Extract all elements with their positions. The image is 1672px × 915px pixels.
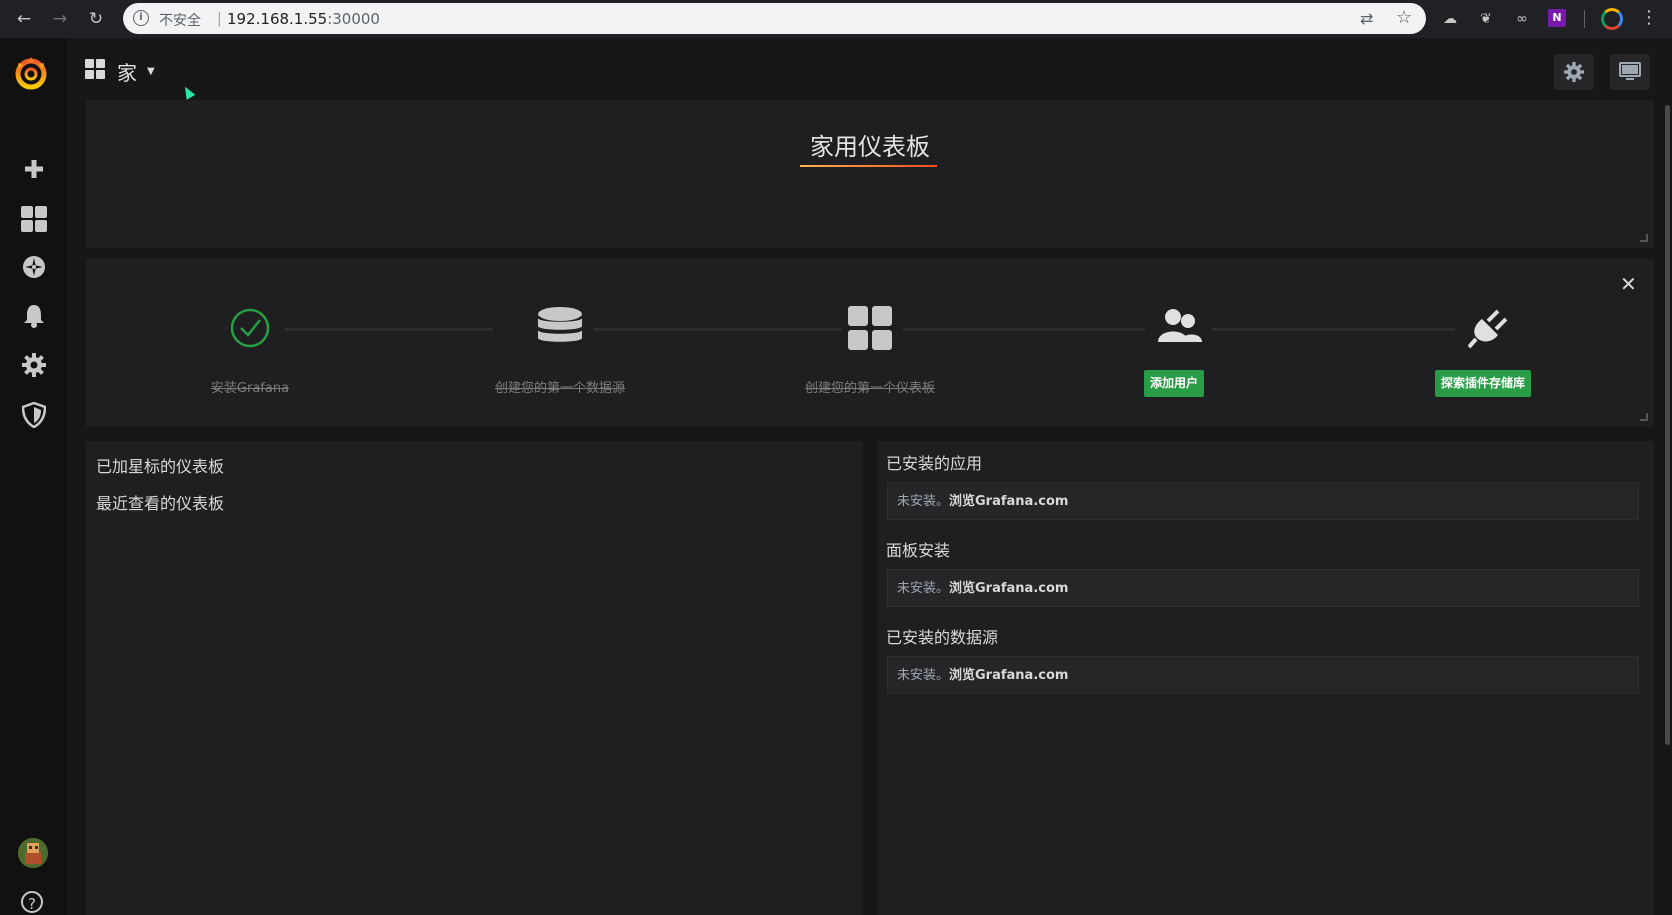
extension-glasses-icon[interactable]: ∞: [1512, 9, 1532, 29]
side-menu: ?: [0, 38, 67, 915]
dashboards-icon: [21, 206, 47, 232]
gear-icon: [1564, 62, 1584, 82]
panel-resize-handle[interactable]: [1640, 413, 1648, 421]
step-connector: [1212, 328, 1455, 331]
database-icon: [538, 307, 582, 342]
insecure-label: 不安全: [159, 13, 201, 29]
mouse-cursor-icon: [180, 84, 196, 100]
side-item-configuration[interactable]: [19, 353, 49, 383]
step-connector: [594, 328, 842, 331]
address-bar[interactable]: i 不安全 | 192.168.1.55:30000 ⇄ ☆: [123, 3, 1426, 34]
user-avatar[interactable]: [18, 838, 48, 868]
starred-dashboards-heading: 已加星标的仪表板: [96, 457, 225, 476]
explore-plugins-button[interactable]: 探索插件存储库: [1435, 370, 1532, 397]
installed-datasources-empty: 未安装。浏览Grafana.com: [887, 656, 1639, 694]
explore-compass-icon: [23, 256, 45, 278]
help-icon[interactable]: ?: [21, 891, 43, 913]
dashboard-settings-button[interactable]: [1554, 54, 1594, 90]
tv-mode-button[interactable]: [1610, 54, 1650, 90]
toolbar-divider: [1584, 10, 1585, 28]
empty-state-text: 未安装。: [897, 494, 950, 509]
plus-icon: [25, 160, 43, 178]
side-item-explore[interactable]: [19, 255, 49, 285]
browse-grafana-link[interactable]: 浏览Grafana.com: [949, 668, 1068, 683]
back-arrow-icon[interactable]: ←: [12, 7, 36, 31]
empty-state-text: 未安装。: [897, 581, 950, 596]
installed-panels-empty: 未安装。浏览Grafana.com: [887, 569, 1639, 607]
side-item-alerting[interactable]: [19, 304, 49, 334]
installed-apps-empty: 未安装。浏览Grafana.com: [887, 482, 1639, 520]
browse-grafana-link[interactable]: 浏览Grafana.com: [949, 494, 1068, 509]
browser-menu-icon[interactable]: ⋮: [1640, 7, 1658, 28]
browser-toolbar: ← → ↻ i 不安全 | 192.168.1.55:30000 ⇄ ☆ ☁ ❦…: [0, 0, 1672, 38]
add-users-button[interactable]: 添加用户: [1144, 370, 1205, 397]
installed-apps-heading: 已安装的应用: [886, 454, 983, 473]
page-scrollbar[interactable]: [1665, 105, 1670, 745]
step-connector: [903, 328, 1145, 331]
browse-grafana-link[interactable]: 浏览Grafana.com: [949, 581, 1068, 596]
step-label: 安装Grafana: [210, 381, 290, 396]
url-host: 192.168.1.55: [227, 10, 328, 28]
url-text[interactable]: 192.168.1.55:30000: [227, 10, 380, 28]
step-label: 创建您的第一个数据源: [494, 381, 625, 396]
caret-down-icon: ▼: [147, 66, 155, 77]
address-separator: |: [217, 11, 222, 27]
extension-color-ring-icon[interactable]: [1601, 8, 1623, 30]
translate-icon[interactable]: ⇄: [1360, 9, 1373, 28]
installed-datasources-heading: 已安装的数据源: [886, 628, 999, 647]
empty-state-text: 未安装。: [897, 668, 950, 683]
grafana-logo-icon[interactable]: [13, 53, 49, 97]
dashboard-title: 家: [117, 61, 137, 85]
reload-icon[interactable]: ↻: [84, 7, 108, 31]
side-item-create[interactable]: [19, 158, 49, 188]
info-icon[interactable]: i: [133, 10, 149, 26]
onenote-icon[interactable]: N: [1548, 9, 1566, 27]
step-label: 创建您的第一个仪表板: [804, 381, 935, 396]
installed-panels-heading: 面板安装: [886, 541, 951, 560]
side-item-dashboards[interactable]: [19, 206, 49, 236]
extension-cloud-icon[interactable]: ☁: [1440, 9, 1460, 29]
plug-icon: [1468, 309, 1508, 349]
panel-resize-handle[interactable]: [1640, 234, 1648, 242]
title-underline: [800, 165, 937, 167]
home-panel-title: 家用仪表板: [810, 133, 930, 161]
recent-dashboards-heading: 最近查看的仪表板: [96, 494, 225, 513]
url-port: :30000: [327, 10, 380, 28]
close-icon[interactable]: ✕: [1620, 272, 1637, 296]
gear-icon: [22, 353, 46, 377]
monitor-icon: [1619, 62, 1641, 80]
dashboards-icon: [848, 306, 892, 350]
bookmark-star-icon[interactable]: ☆: [1396, 7, 1412, 28]
bell-icon: [24, 305, 44, 328]
forward-arrow-icon[interactable]: →: [48, 7, 72, 31]
home-title-panel: 家用仪表板: [86, 100, 1654, 248]
shield-icon: [21, 401, 47, 429]
users-icon: [1158, 309, 1202, 342]
extension-leaf-icon[interactable]: ❦: [1476, 9, 1496, 29]
side-item-server-admin[interactable]: [19, 401, 49, 432]
check-circle-icon: [230, 308, 270, 348]
step-connector: [285, 328, 493, 331]
dashboards-icon: [85, 59, 105, 79]
